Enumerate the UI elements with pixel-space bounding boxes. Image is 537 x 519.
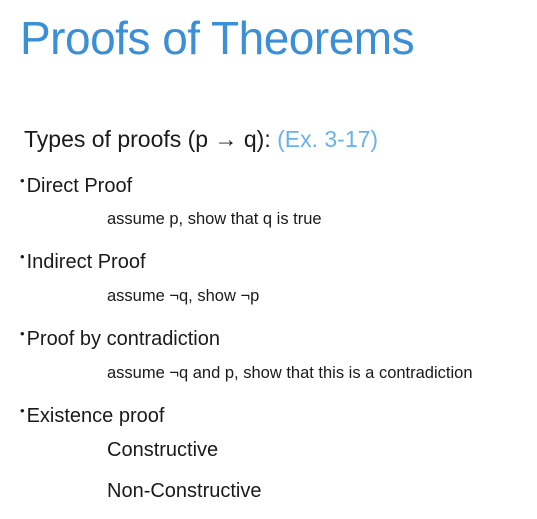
bullet-existence-proof: • Existence proof	[20, 398, 164, 429]
bullet-label: Direct Proof	[26, 175, 133, 197]
exercise-reference: (Ex. 3-17)	[277, 126, 379, 152]
bullet-dot-icon: •	[20, 403, 25, 418]
bullet-proof-by-contradiction: • Proof by contradiction	[20, 321, 220, 352]
slide: Proofs of Theorems Types of proofs (p → …	[0, 0, 537, 519]
subitem-constructive: Constructive	[107, 439, 219, 461]
bullet-label: Proof by contradiction	[26, 328, 220, 350]
bullet-label: Existence proof	[26, 405, 165, 427]
intro-text: Types of proofs (p → q):	[24, 126, 278, 152]
bullet-dot-icon: •	[20, 249, 25, 264]
bullet-dot-icon: •	[20, 326, 25, 341]
bullet-direct-proof: • Direct Proof	[20, 168, 132, 199]
bullet-label: Indirect Proof	[26, 251, 146, 273]
detail-proof-by-contradiction: assume ¬q and p, show that this is a con…	[107, 364, 473, 382]
intro-line: Types of proofs (p → q): (Ex. 3-17)	[24, 124, 378, 154]
bullet-indirect-proof: • Indirect Proof	[20, 244, 146, 275]
subitem-non-constructive: Non-Constructive	[107, 480, 262, 502]
bullet-dot-icon: •	[20, 173, 25, 188]
slide-title: Proofs of Theorems	[20, 12, 415, 64]
detail-direct-proof: assume p, show that q is true	[107, 210, 322, 228]
detail-indirect-proof: assume ¬q, show ¬p	[107, 287, 260, 305]
